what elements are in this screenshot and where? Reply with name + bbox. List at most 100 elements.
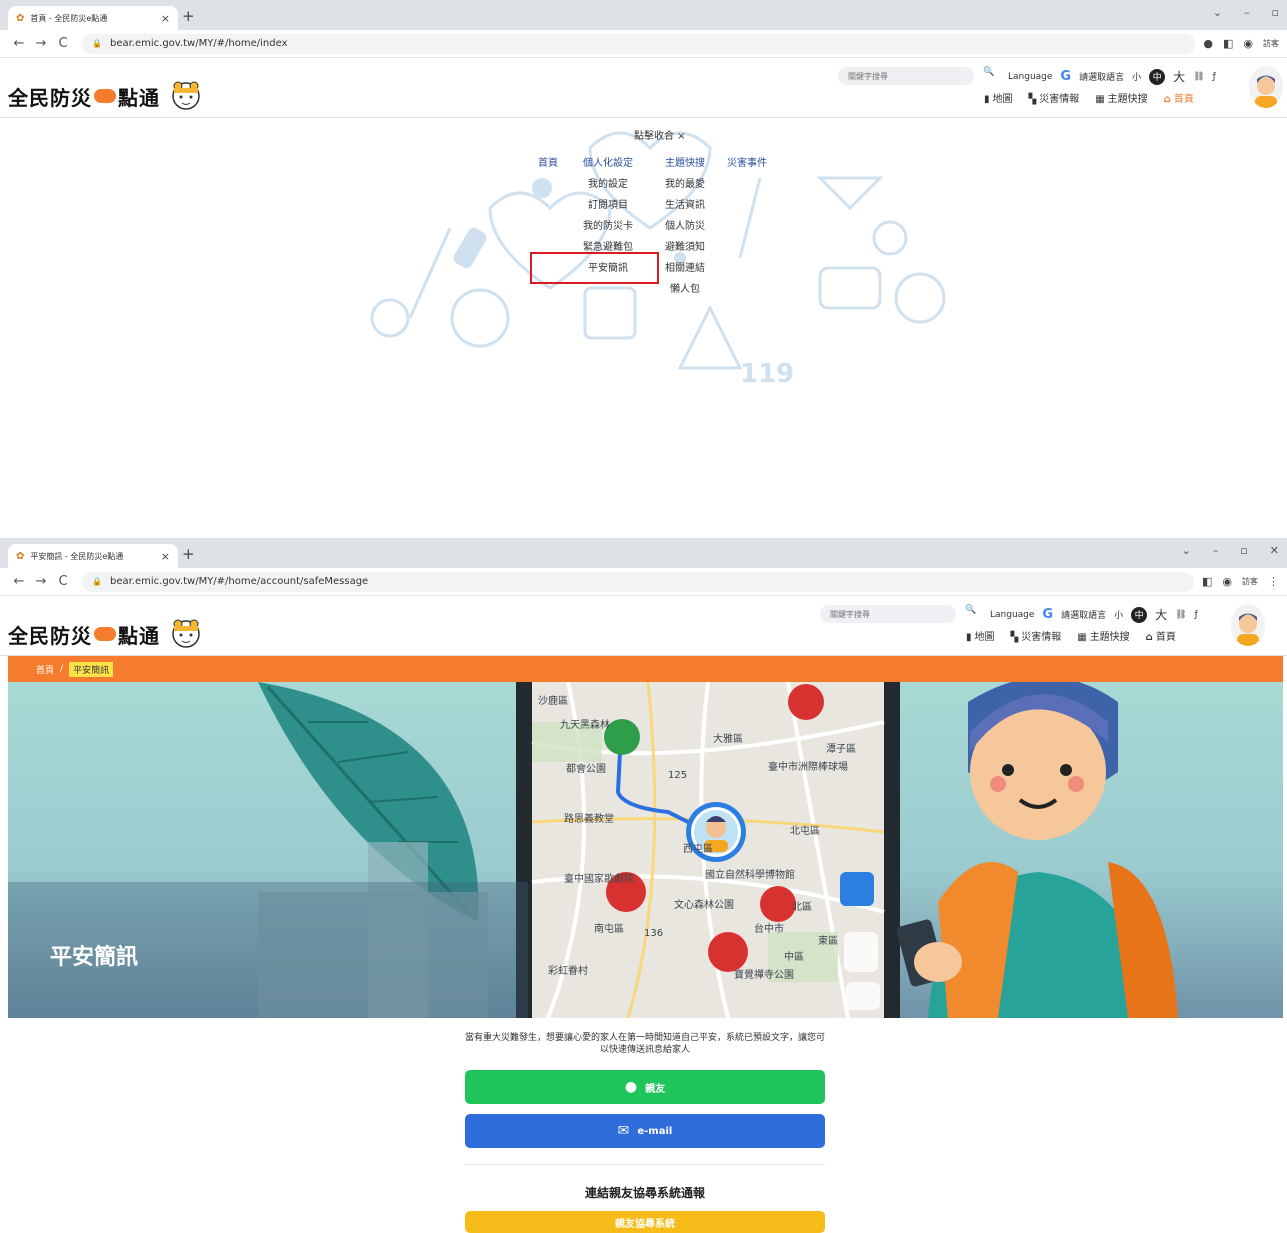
back-button[interactable]: ← — [8, 574, 30, 589]
sitemap-link-favorites[interactable]: 我的最愛 — [662, 175, 708, 196]
translate-select[interactable]: 請選取語言 — [1079, 70, 1124, 83]
facebook-icon[interactable]: ƒ — [1213, 72, 1216, 82]
family-search-button[interactable]: 親友協尋系統 — [465, 1211, 825, 1233]
tab-search-icon[interactable]: ⌄ — [1182, 544, 1191, 557]
reload-button[interactable]: C — [52, 574, 74, 589]
tab-bar: ✿ 首頁 - 全民防災e點通 × + ⌄ – ▫ — [0, 0, 1287, 30]
sitemap-icon[interactable]: ⛓ — [1175, 610, 1186, 620]
sidepanel-icon[interactable]: ◧ — [1223, 37, 1233, 50]
search-icon[interactable]: 🔍 — [965, 605, 976, 615]
minimize-icon[interactable]: – — [1213, 544, 1219, 557]
user-avatar[interactable] — [1249, 66, 1283, 108]
map-label: 文心森林公園 — [674, 898, 734, 911]
sitemap-link-disaster-events[interactable]: 災害事件 — [727, 154, 767, 175]
site-logo[interactable]: 全民防災 點通 — [8, 78, 206, 114]
sidepanel-icon[interactable]: ◧ — [1202, 575, 1212, 588]
font-small-button[interactable]: 小 — [1132, 70, 1141, 83]
minimize-icon[interactable]: – — [1244, 6, 1250, 19]
url-field[interactable]: 🔒 bear.emic.gov.tw/MY/#/home/account/saf… — [82, 571, 1194, 592]
apps-icon: ▦ — [1095, 94, 1105, 105]
line-friends-button[interactable]: ● 親友 — [465, 1070, 825, 1104]
sitemap-link-info-packs[interactable]: 懶人包 — [662, 280, 708, 301]
map-label: 寶覺禪寺公園 — [734, 968, 794, 981]
font-mid-button[interactable]: 中 — [1131, 606, 1148, 623]
family-search-label: 親友協尋系統 — [615, 1218, 675, 1230]
font-small-button[interactable]: 小 — [1114, 608, 1123, 621]
email-button[interactable]: ✉ e-mail — [465, 1114, 825, 1148]
sitemap-collapse-button[interactable]: 點擊收合 × — [634, 127, 686, 142]
sitemap-link-topic-search[interactable]: 主題快搜 — [662, 154, 708, 175]
site-logo[interactable]: 全民防災 點通 — [8, 616, 206, 652]
font-large-button[interactable]: 大 — [1173, 68, 1185, 85]
user-avatar[interactable] — [1231, 604, 1265, 646]
tab-title: 首頁 - 全民防災e點通 — [30, 13, 108, 23]
sitemap-link-evacuation-notice[interactable]: 避難須知 — [662, 238, 708, 259]
nav-topic-search[interactable]: ▦ 主題快搜 — [1095, 90, 1147, 105]
breadcrumb-home[interactable]: 首頁 — [36, 663, 54, 676]
window-controls: ⌄ – ▫ ✕ — [1182, 544, 1279, 557]
location-icon[interactable]: ● — [1203, 37, 1213, 50]
home-icon: ⌂ — [1145, 632, 1153, 643]
translate-select[interactable]: 請選取語言 — [1061, 608, 1106, 621]
logo-e-mark — [94, 89, 116, 103]
map-label: 彩虹眷村 — [548, 964, 588, 977]
browser-tab[interactable]: ✿ 首頁 - 全民防災e點通 × — [8, 6, 178, 30]
address-bar: ← → C 🔒 bear.emic.gov.tw/MY/#/home/index… — [0, 30, 1287, 58]
disaster-illustration-background: 119 — [370, 131, 946, 389]
profile-guest-label: 訪客 — [1242, 577, 1258, 586]
google-translate-icon: G — [1042, 607, 1054, 622]
forward-button[interactable]: → — [30, 574, 52, 589]
search-input[interactable]: 關鍵字搜尋 — [838, 67, 974, 85]
nav-map[interactable]: ▮ 地圖 — [966, 628, 995, 643]
forward-button[interactable]: → — [30, 36, 52, 51]
sitemap-link-personal-settings[interactable]: 個人化設定 — [580, 154, 636, 175]
map-label: 北屯區 — [790, 824, 820, 837]
profile-icon[interactable]: ◉ — [1222, 575, 1232, 588]
sitemap-link-disaster-card[interactable]: 我的防災卡 — [580, 217, 636, 238]
menu-icon[interactable]: ⋮ — [1268, 575, 1279, 588]
font-large-button[interactable]: 大 — [1155, 606, 1167, 623]
back-button[interactable]: ← — [8, 36, 30, 51]
font-mid-button[interactable]: 中 — [1149, 68, 1166, 85]
sitemap-link-related-links[interactable]: 相關連結 — [662, 259, 708, 280]
breadcrumb: 首頁 / 平安簡訊 — [8, 656, 1283, 682]
description-text: 當有重大災難發生，想要讓心愛的家人在第一時間知道自己平安，系統已預設文字，讓您可… — [465, 1033, 826, 1055]
browser-tab[interactable]: ✿ 平安簡訊 - 全民防災e點通 × — [8, 544, 178, 568]
sitemap-panel: 119 點擊收合 × 首頁 個人化設定 我的設定 訂閱項目 我的防災卡 緊急避難… — [0, 118, 1287, 458]
tab-title: 平安簡訊 - 全民防災e點通 — [30, 551, 124, 561]
main-nav: ▮ 地圖 ▚ 災害情報 ▦ 主題快搜 ⌂ 首頁 — [984, 90, 1194, 105]
profile-icon[interactable]: ◉ — [1243, 37, 1253, 50]
safe-message-content: 當有重大災難發生，想要讓心愛的家人在第一時間知道自己平安，系統已預設文字，讓您可… — [0, 1018, 1287, 1233]
sitemap-link-life-info[interactable]: 生活資訊 — [662, 196, 708, 217]
restore-icon[interactable]: ▫ — [1272, 6, 1279, 19]
new-tab-button[interactable]: + — [182, 545, 195, 563]
map-label: 沙鹿區 — [538, 694, 568, 707]
close-tab-icon[interactable]: × — [161, 12, 170, 25]
sitemap-icon[interactable]: ⛓ — [1193, 72, 1204, 82]
close-window-icon[interactable]: ✕ — [1270, 544, 1279, 557]
sitemap-link-home[interactable]: 首頁 — [538, 154, 558, 175]
logo-text-left: 全民防災 — [8, 623, 92, 648]
close-tab-icon[interactable]: × — [161, 550, 170, 563]
new-tab-button[interactable]: + — [182, 7, 195, 25]
map-label: 中區 — [784, 950, 804, 963]
search-icon[interactable]: 🔍 — [983, 67, 994, 77]
nav-home[interactable]: ⌂ 首頁 — [1164, 90, 1194, 105]
search-input[interactable]: 關鍵字搜尋 — [820, 605, 956, 623]
tab-search-icon[interactable]: ⌄ — [1213, 6, 1222, 19]
nav-disaster-info[interactable]: ▚ 災害情報 — [1011, 628, 1062, 643]
envelope-icon: ✉ — [617, 1123, 630, 1139]
reload-button[interactable]: C — [52, 36, 74, 51]
sitemap-link-personal-prevention[interactable]: 個人防災 — [662, 217, 708, 238]
nav-home[interactable]: ⌂ 首頁 — [1146, 628, 1176, 643]
url-field[interactable]: 🔒 bear.emic.gov.tw/MY/#/home/index — [82, 33, 1196, 54]
facebook-icon[interactable]: ƒ — [1195, 610, 1198, 620]
restore-icon[interactable]: ▫ — [1240, 544, 1247, 557]
sitemap-link-subscriptions[interactable]: 訂閱項目 — [580, 196, 636, 217]
nav-map[interactable]: ▮ 地圖 — [984, 90, 1013, 105]
main-nav: ▮ 地圖 ▚ 災害情報 ▦ 主題快搜 ⌂ 首頁 — [966, 628, 1176, 643]
nav-topic-search[interactable]: ▦ 主題快搜 — [1077, 628, 1129, 643]
nav-disaster-info[interactable]: ▚ 災害情報 — [1029, 90, 1080, 105]
sitemap-link-my-settings[interactable]: 我的設定 — [580, 175, 636, 196]
url-text: bear.emic.gov.tw/MY/#/home/index — [109, 38, 288, 49]
